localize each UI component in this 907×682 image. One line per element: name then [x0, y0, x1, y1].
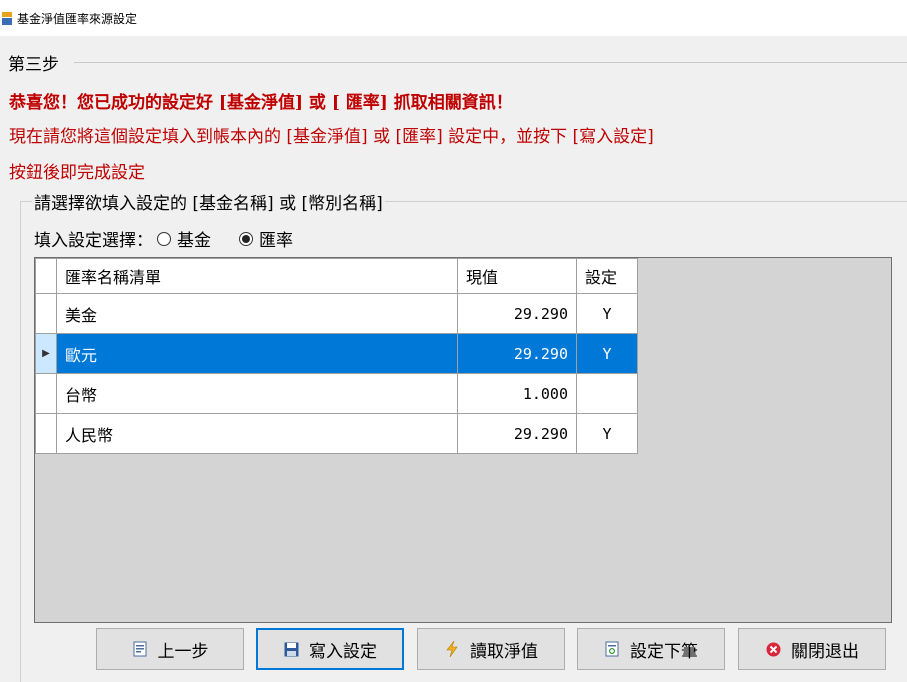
fill-type-row: 填入設定選擇： 基金 匯率 — [34, 226, 293, 251]
row-header[interactable] — [35, 413, 57, 454]
fill-type-label: 填入設定選擇： — [34, 231, 153, 251]
row-header-corner[interactable] — [35, 258, 57, 294]
cell-setting[interactable]: Y — [576, 413, 638, 454]
add-record-icon — [604, 641, 620, 657]
cell-setting[interactable] — [576, 373, 638, 414]
table-row[interactable]: 人民幣 29.290 Y — [35, 413, 638, 454]
step-legend: 第三步 — [8, 50, 62, 75]
set-next-button[interactable]: 設定下筆 — [577, 628, 725, 670]
title-bar: 基金淨值匯率來源設定 — [0, 0, 907, 36]
header-value[interactable]: 現值 — [457, 258, 577, 294]
table-row[interactable]: 美金 29.290 Y — [35, 293, 638, 334]
cell-name[interactable]: 台幣 — [56, 373, 458, 414]
rate-data-grid[interactable]: 匯率名稱清單 現值 設定 美金 29.290 Y ▶ 歐元 29.290 Y 台… — [34, 257, 892, 623]
close-circle-icon — [765, 641, 781, 657]
header-name[interactable]: 匯率名稱清單 — [56, 258, 458, 294]
row-header-current[interactable]: ▶ — [35, 333, 57, 374]
header-setting[interactable]: 設定 — [576, 258, 638, 294]
app-icon — [2, 12, 12, 25]
step-three-group: 第三步 恭喜您！您已成功的設定好 [基金淨值] 或 [ 匯率] 抓取相關資訊！ … — [0, 46, 907, 682]
fetch-nav-button[interactable]: 讀取淨值 — [417, 628, 565, 670]
cell-value[interactable]: 29.290 — [457, 413, 577, 454]
cell-value[interactable]: 1.000 — [457, 373, 577, 414]
selection-legend: 請選擇欲填入設定的 [基金名稱] 或 [幣別名稱] — [32, 189, 385, 214]
write-settings-button[interactable]: 寫入設定 — [256, 628, 404, 670]
radio-fund-label[interactable]: 基金 — [177, 226, 211, 251]
radio-rate-circle[interactable] — [239, 231, 253, 246]
prev-step-icon — [132, 641, 148, 657]
row-header[interactable] — [35, 373, 57, 414]
cell-name[interactable]: 人民幣 — [56, 413, 458, 454]
radio-fund[interactable]: 基金 — [157, 226, 211, 251]
table-row[interactable]: ▶ 歐元 29.290 Y — [35, 333, 638, 374]
cell-setting[interactable]: Y — [576, 293, 638, 334]
radio-rate-label[interactable]: 匯率 — [259, 226, 293, 251]
fetch-nav-label[interactable]: 讀取淨值 — [470, 637, 538, 662]
cell-value[interactable]: 29.290 — [457, 293, 577, 334]
window-title: 基金淨值匯率來源設定 — [17, 11, 138, 26]
radio-fund-circle[interactable] — [157, 231, 171, 246]
success-message: 恭喜您！您已成功的設定好 [基金淨值] 或 [ 匯率] 抓取相關資訊！ — [9, 93, 513, 113]
instruction-line-1: 現在請您將這個設定填入到帳本內的 [基金淨值] 或 [匯率] 設定中，並按下 [… — [9, 127, 654, 147]
instruction-line-2: 按鈕後即完成設定 — [9, 163, 145, 183]
cell-name[interactable]: 歐元 — [56, 333, 458, 374]
rate-table: 匯率名稱清單 現值 設定 美金 29.290 Y ▶ 歐元 29.290 Y 台… — [35, 258, 638, 454]
table-row[interactable]: 台幣 1.000 — [35, 373, 638, 414]
group-divider — [74, 62, 907, 63]
close-exit-button[interactable]: 關閉退出 — [738, 628, 886, 670]
current-row-arrow-icon: ▶ — [42, 348, 50, 359]
close-exit-label[interactable]: 關閉退出 — [791, 637, 859, 662]
cell-name[interactable]: 美金 — [56, 293, 458, 334]
lightning-icon — [444, 641, 460, 657]
write-settings-label[interactable]: 寫入設定 — [309, 637, 377, 662]
set-next-label[interactable]: 設定下筆 — [630, 637, 698, 662]
cell-value[interactable]: 29.290 — [457, 333, 577, 374]
prev-step-button[interactable]: 上一步 — [96, 628, 244, 670]
radio-rate[interactable]: 匯率 — [239, 226, 293, 251]
cell-setting[interactable]: Y — [576, 333, 638, 374]
save-icon — [283, 641, 299, 657]
row-header[interactable] — [35, 293, 57, 334]
table-header-row: 匯率名稱清單 現值 設定 — [35, 258, 638, 294]
prev-step-label[interactable]: 上一步 — [158, 637, 209, 662]
